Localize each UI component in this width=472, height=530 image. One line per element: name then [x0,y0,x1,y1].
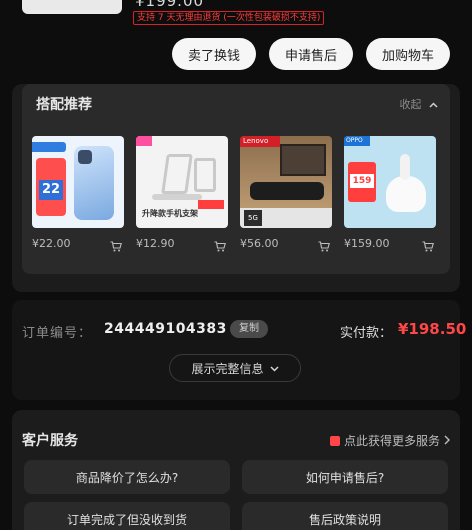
product-item[interactable]: 升降款手机支架 ¥12.90 [136,136,228,252]
paid-label: 实付款： [340,326,393,341]
order-number: 244449104383 [104,321,227,337]
recommend-card: 搭配推荐 收起 22 ¥22.00 升降款手机支架 ¥12.90 Lenovo … [22,84,450,274]
faq-not-received[interactable]: 订单完成了但没收到货 [24,502,230,530]
product-price: ¥56.00 [240,237,279,250]
faq-price-drop[interactable]: 商品降价了怎么办? [24,460,230,494]
tag-label: 升降款手机支架 [142,209,198,218]
product-price: ¥199.00 [135,0,205,10]
trade-in-button[interactable]: 卖了换钱 [172,38,256,70]
service-badge-icon [329,435,340,446]
more-services-label: 点此获得更多服务 [343,434,440,448]
phone-stand-image[interactable]: 升降款手机支架 [136,136,228,228]
tag-label: 159 [350,174,374,188]
tag-label: Lenovo [240,136,280,147]
earbuds-image[interactable]: OPPO 159 [344,136,436,228]
expand-info-button[interactable]: 展示完整信息 [169,354,301,382]
more-services-link[interactable]: 点此获得更多服务 [329,432,450,449]
faq-after-sale-policy[interactable]: 售后政策说明 [242,502,448,530]
product-item[interactable]: OPPO 159 ¥159.00 [344,136,436,252]
phone-case-image[interactable]: 22 [32,136,124,228]
order-info-panel: 订单编号： 244449104383 复制 实付款： ¥198.50 展示完整信… [12,300,466,400]
chevron-down-icon [269,361,279,375]
add-to-cart-button[interactable]: 加购物车 [366,38,450,70]
collapse-label: 收起 [399,98,422,111]
order-number-label: 订单编号： [22,326,93,341]
collapse-toggle[interactable]: 收起 [400,96,439,112]
cart-icon[interactable] [318,237,330,252]
service-title: 客户服务 [22,433,78,449]
cart-icon[interactable] [214,237,226,252]
chevron-right-icon [444,434,450,448]
copy-button[interactable]: 复制 [230,320,268,338]
product-price: ¥12.90 [136,237,175,250]
after-sale-button[interactable]: 申请售后 [269,38,353,70]
cart-icon[interactable] [110,237,122,252]
product-price: ¥159.00 [344,237,390,250]
tag-label: 22 [39,180,63,200]
chevron-up-icon [429,98,438,111]
product-price: ¥22.00 [32,237,71,250]
product-item[interactable]: 22 ¥22.00 [32,136,124,252]
faq-apply-after-sale[interactable]: 如何申请售后? [242,460,448,494]
customer-service-panel: 客户服务 点此获得更多服务 商品降价了怎么办? 如何申请售后? 订单完成了但没收… [12,410,460,530]
product-item[interactable]: Lenovo 5G ¥56.00 [240,136,332,252]
expand-label: 展示完整信息 [191,361,264,376]
product-header: ¥199.00 支持 7 天无理由退货 (一次性包装破损不支持) 卖了换钱 申请… [12,0,460,84]
speaker-image[interactable]: Lenovo 5G [240,136,332,228]
recommend-title: 搭配推荐 [36,97,92,113]
paid-amount: ¥198.50 [398,320,467,338]
recommend-panel: 搭配推荐 收起 22 ¥22.00 升降款手机支架 ¥12.90 Lenovo … [12,84,460,292]
cart-icon[interactable] [422,237,434,252]
return-policy-badge: 支持 7 天无理由退货 (一次性包装破损不支持) [133,11,325,25]
product-thumbnail[interactable] [22,0,122,14]
